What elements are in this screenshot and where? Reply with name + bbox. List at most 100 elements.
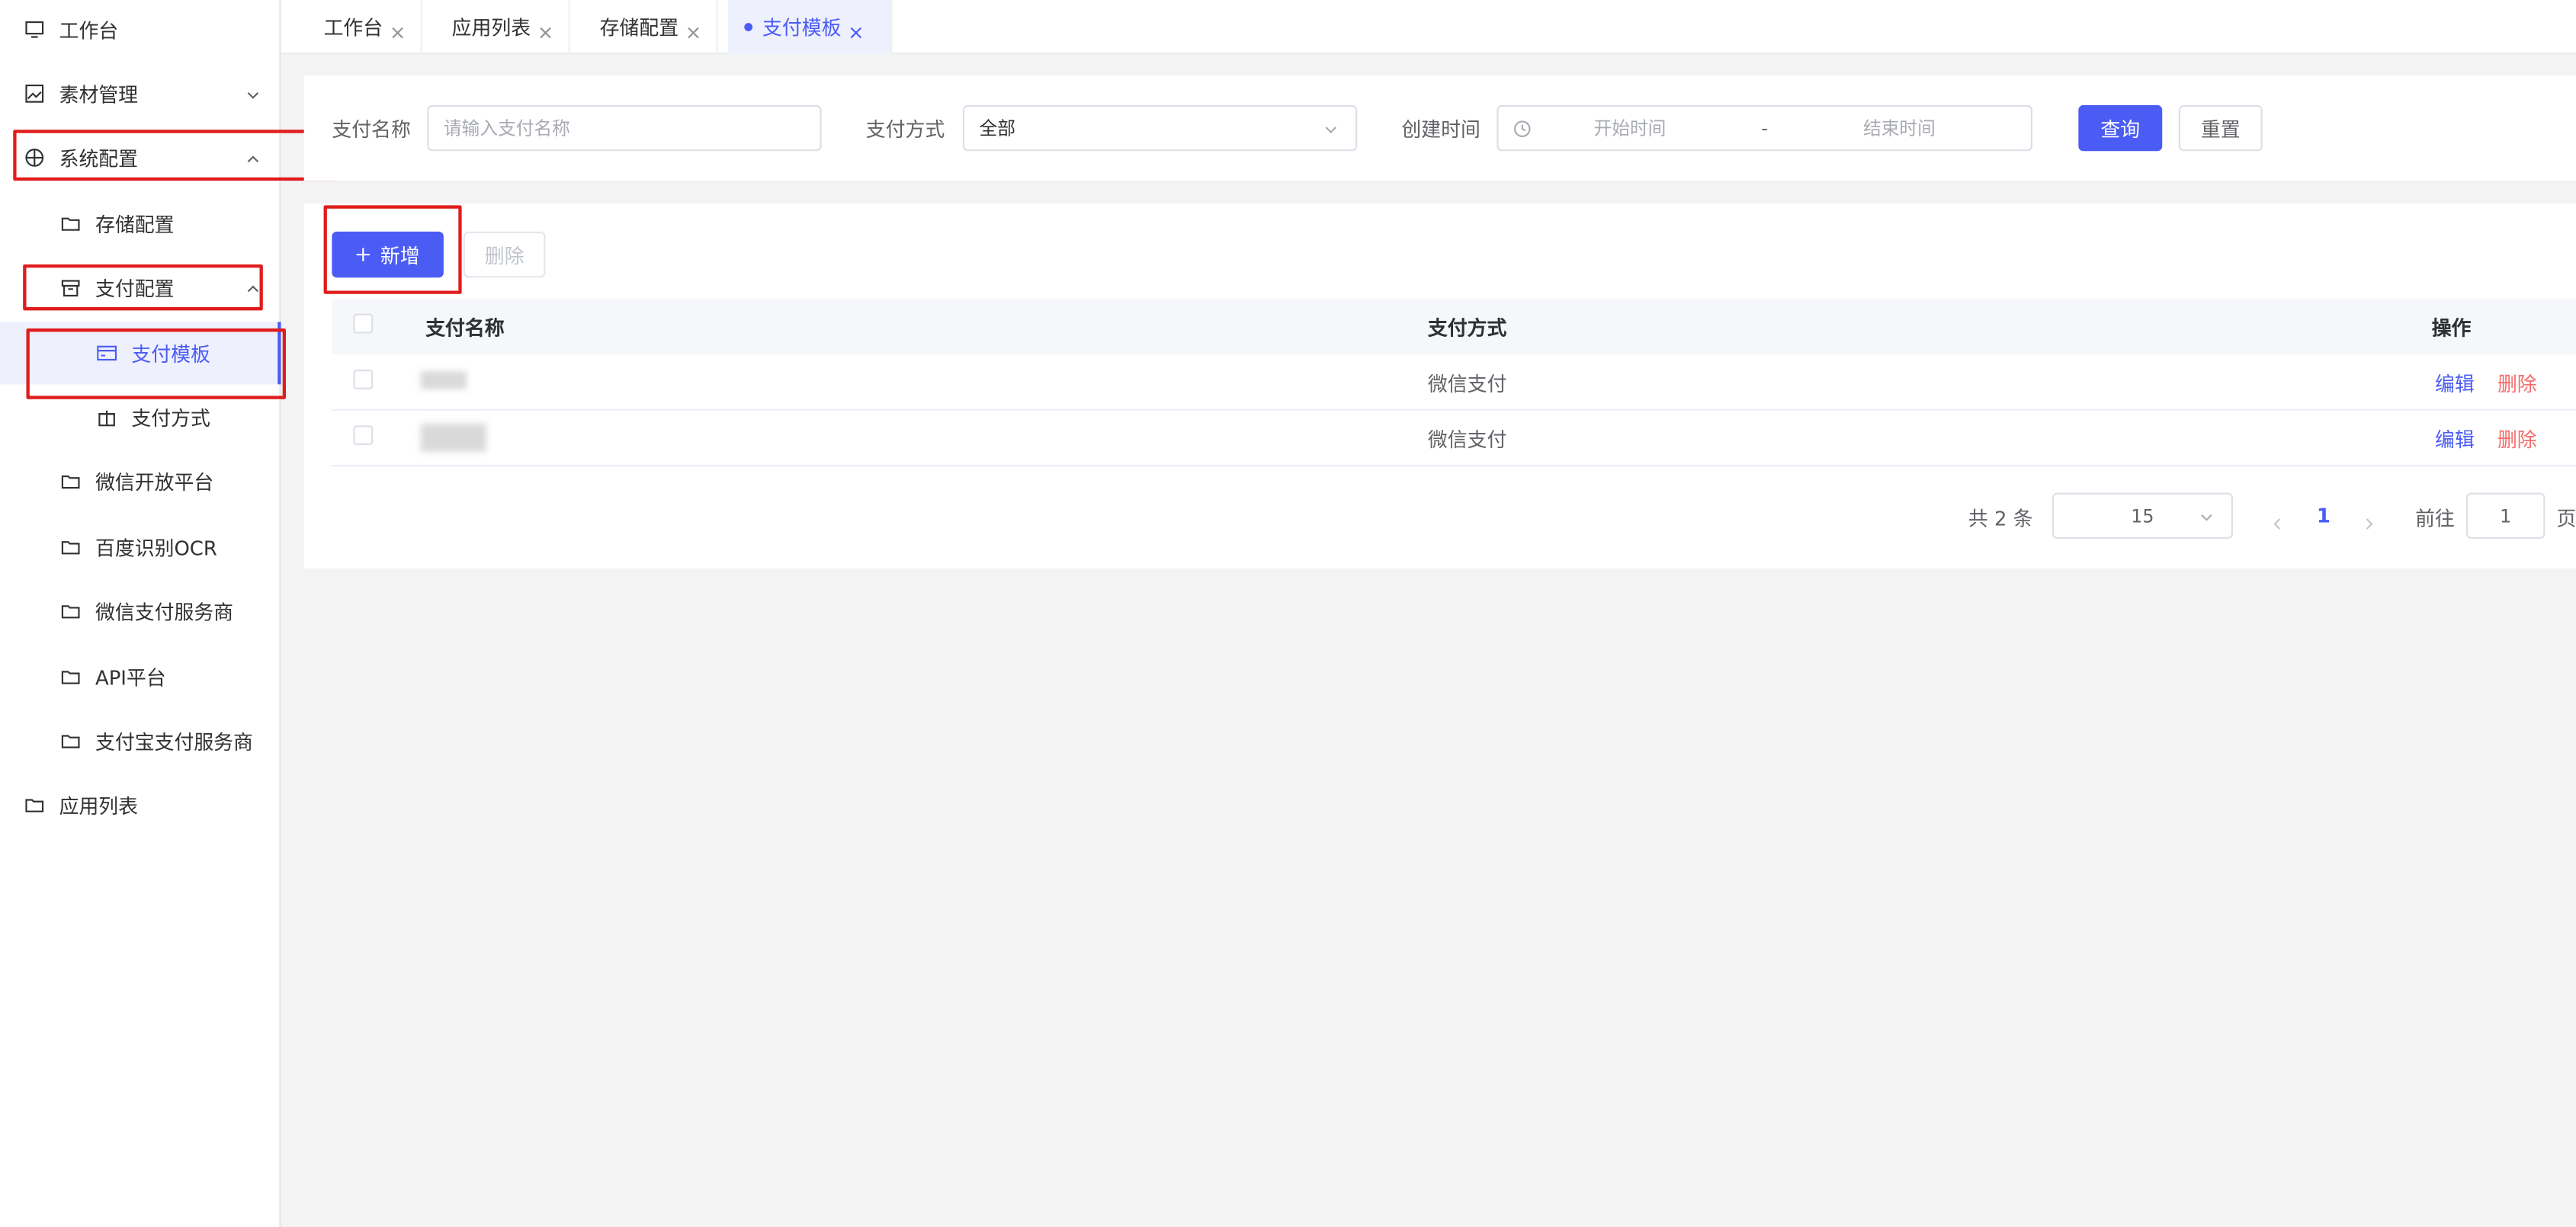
payment-method-select[interactable]: 全部 <box>962 104 1358 152</box>
table-row: 微信支付 编辑 删除 <box>332 354 2576 411</box>
aperture-icon <box>23 146 46 169</box>
close-icon[interactable] <box>391 21 404 38</box>
clock-icon <box>1513 120 1532 143</box>
sidebar-item-payment-method[interactable]: 支付方式 <box>95 392 260 442</box>
folder-icon <box>59 212 82 235</box>
page-number-current[interactable]: 1 <box>2317 505 2331 527</box>
start-time-placeholder[interactable]: 开始时间 <box>1594 115 1667 141</box>
tab-label: 支付模板 <box>762 16 842 40</box>
sidebar-item-workbench[interactable]: 工作台 <box>23 5 269 54</box>
sidebar-item-label: 百度识别OCR <box>95 536 217 559</box>
sidebar-item-payment-template[interactable]: 支付模板 <box>0 322 278 385</box>
delete-link[interactable]: 删除 <box>2497 424 2537 453</box>
delete-link[interactable]: 删除 <box>2497 369 2537 397</box>
goto-page-value: 1 <box>2500 505 2512 527</box>
query-button[interactable]: 查询 <box>2078 104 2163 152</box>
select-all-checkbox[interactable] <box>353 313 374 334</box>
folder-icon <box>59 729 82 752</box>
redacted-name <box>420 371 467 389</box>
monitor-icon <box>23 18 46 41</box>
sidebar-item-wechat-pay-provider[interactable]: 微信支付服务商 <box>59 586 273 636</box>
column-header-method: 支付方式 <box>1427 316 1507 340</box>
sidebar-item-label: 微信支付服务商 <box>95 600 234 623</box>
tab-payment-template[interactable]: 支付模板 <box>727 0 893 55</box>
add-button[interactable]: 新增 <box>332 231 444 278</box>
image-icon <box>23 82 46 105</box>
sidebar-item-system-config[interactable]: 系统配置 <box>23 133 261 183</box>
reset-button[interactable]: 重置 <box>2178 104 2263 152</box>
sidebar-item-label: 支付模板 <box>131 342 210 366</box>
folder-icon <box>59 469 82 492</box>
chevron-up-icon <box>245 279 261 296</box>
folder-icon <box>59 665 82 688</box>
page-suffix: 页 <box>2556 507 2576 531</box>
edit-link[interactable]: 编辑 <box>2435 424 2475 453</box>
sidebar-item-label: 微信开放平台 <box>95 470 214 494</box>
sidebar-item-storage-config[interactable]: 存储配置 <box>59 199 265 248</box>
tab-label: 工作台 <box>323 16 383 40</box>
sidebar-item-label: API平台 <box>95 665 166 690</box>
row-checkbox[interactable] <box>353 425 374 446</box>
page-size-select[interactable]: 15 <box>2051 492 2233 539</box>
active-indicator <box>277 322 281 385</box>
chevron-down-icon <box>245 85 261 102</box>
archive-box-icon <box>59 276 82 299</box>
column-header-name: 支付名称 <box>425 316 505 340</box>
table-header: 支付名称 支付方式 操作 <box>332 299 2576 355</box>
payment-method-cell: 微信支付 <box>1427 428 1507 451</box>
edit-link[interactable]: 编辑 <box>2435 369 2475 397</box>
sidebar-item-label: 系统配置 <box>59 146 139 171</box>
payment-name-label: 支付名称 <box>332 118 411 142</box>
close-icon[interactable] <box>849 21 862 38</box>
sidebar-item-baidu-ocr[interactable]: 百度识别OCR <box>59 522 265 572</box>
actions-cell: 编辑 删除 <box>2435 355 2537 411</box>
folder-icon <box>23 793 46 816</box>
goto-label: 前往 <box>2415 507 2455 531</box>
sidebar-item-wechat-open-platform[interactable]: 微信开放平台 <box>59 457 265 506</box>
actions-cell: 编辑 删除 <box>2435 411 2537 466</box>
chevron-up-icon <box>245 149 261 166</box>
plus-icon <box>356 246 373 263</box>
tab-label: 应用列表 <box>451 16 531 40</box>
range-separator: - <box>1761 117 1768 139</box>
sidebar-item-app-list[interactable]: 应用列表 <box>23 780 253 830</box>
credit-card-icon <box>95 341 118 364</box>
payment-method-label: 支付方式 <box>865 118 945 142</box>
end-time-placeholder[interactable]: 结束时间 <box>1863 115 1936 141</box>
sidebar-item-payment-config[interactable]: 支付配置 <box>59 263 261 312</box>
close-icon[interactable] <box>539 21 552 38</box>
row-checkbox[interactable] <box>353 369 374 389</box>
sidebar-item-api-platform[interactable]: API平台 <box>59 652 265 702</box>
chevron-down-icon <box>2199 509 2215 530</box>
payment-name-input[interactable]: 请输入支付名称 <box>427 104 822 152</box>
active-dot-icon <box>744 23 753 31</box>
chevron-down-icon <box>1323 121 1339 143</box>
column-header-actions: 操作 <box>2431 316 2472 340</box>
prev-page-icon[interactable] <box>2269 508 2286 539</box>
next-page-icon[interactable] <box>2361 508 2378 539</box>
selected-value: 全部 <box>979 118 1015 140</box>
sidebar: 工作台 素材管理 系统配置 存储配置 支付配置 支付模板 支付方式 微信开放平台… <box>0 0 338 1227</box>
tab-app-list[interactable]: 应用列表 <box>435 0 570 55</box>
sidebar-item-material[interactable]: 素材管理 <box>23 69 261 119</box>
created-time-label: 创建时间 <box>1401 118 1480 142</box>
sidebar-item-label: 应用列表 <box>59 794 139 818</box>
goto-page-input[interactable]: 1 <box>2465 492 2546 539</box>
tab-workbench[interactable]: 工作台 <box>307 0 422 55</box>
sidebar-item-label: 支付配置 <box>95 277 175 300</box>
sidebar-item-label: 支付宝支付服务商 <box>95 729 253 754</box>
add-button-label: 新增 <box>380 244 420 268</box>
tab-bar: 工作台 应用列表 存储配置 支付模板 <box>281 0 2576 55</box>
redacted-name <box>420 424 486 452</box>
date-range-picker[interactable]: 开始时间 - 结束时间 <box>1497 104 2032 152</box>
folder-icon <box>59 536 82 559</box>
sidebar-item-alipay-provider[interactable]: 支付宝支付服务商 <box>59 716 276 766</box>
sidebar-item-label: 支付方式 <box>131 406 210 430</box>
sidebar-item-label: 存储配置 <box>95 213 175 236</box>
close-icon[interactable] <box>687 21 700 38</box>
sidebar-item-label: 素材管理 <box>59 82 139 107</box>
table-row: 微信支付 编辑 删除 <box>332 410 2576 467</box>
batch-delete-button[interactable]: 删除 <box>463 231 546 278</box>
gift-box-icon <box>95 405 118 428</box>
tab-storage-config[interactable]: 存储配置 <box>583 0 718 55</box>
